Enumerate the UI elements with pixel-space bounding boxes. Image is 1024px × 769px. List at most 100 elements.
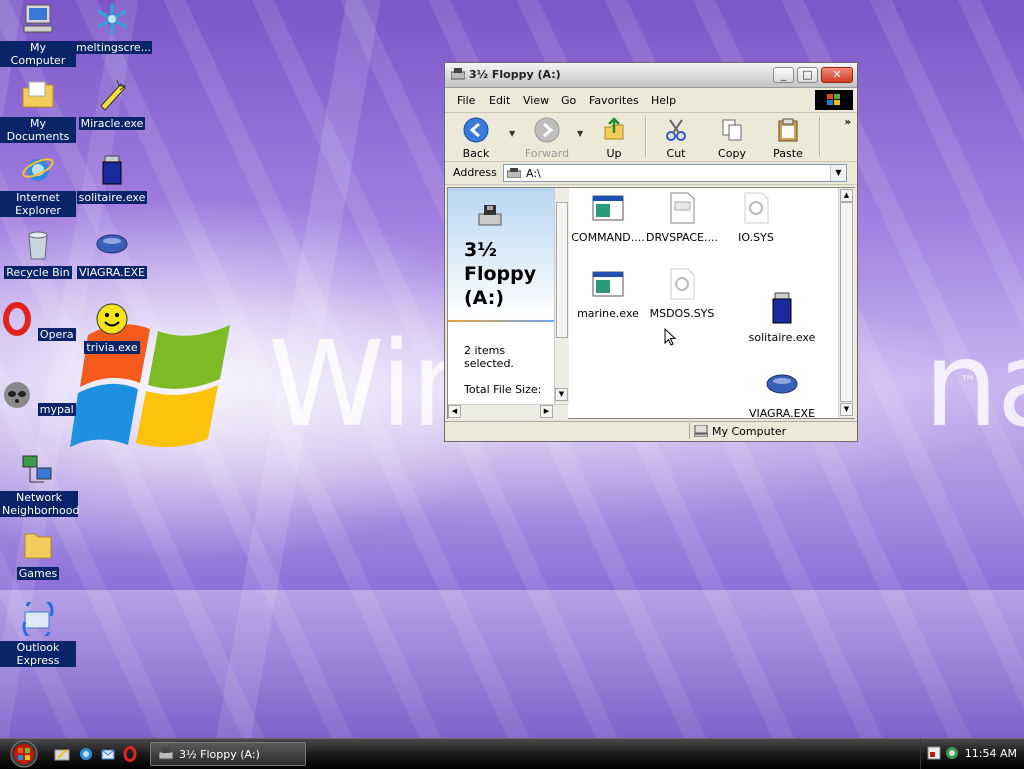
mouse-pointer-icon bbox=[664, 328, 676, 346]
solitaire-icon bbox=[772, 292, 792, 324]
details-total-size: Total File Size: bbox=[464, 383, 542, 396]
taskbar-button-floppy[interactable]: 3½ Floppy (A:) bbox=[150, 742, 306, 766]
toolbar-separator bbox=[819, 117, 821, 157]
desktop-icon-network-neighborhood[interactable]: Network Neighborhood bbox=[0, 452, 79, 517]
scroll-down-arrow-icon[interactable]: ▼ bbox=[555, 388, 568, 401]
desktop-icon-internet-explorer[interactable]: Internet Explorer bbox=[0, 152, 76, 217]
menu-view[interactable]: View bbox=[523, 94, 549, 107]
language-bar-icon[interactable] bbox=[927, 746, 941, 760]
address-dropdown-icon[interactable]: ▼ bbox=[830, 165, 846, 181]
file-item[interactable]: DRVSPACE.... bbox=[644, 192, 720, 244]
quicklaunch-desktop-icon[interactable] bbox=[54, 746, 70, 762]
menu-file[interactable]: File bbox=[457, 94, 475, 107]
floppy-drive-icon bbox=[478, 205, 502, 226]
address-input[interactable]: A:\ ▼ bbox=[503, 164, 847, 182]
desktop-icon-outlook-express[interactable]: Outlook Express bbox=[0, 596, 76, 667]
raccoon-icon bbox=[4, 382, 31, 408]
file-item[interactable]: VIAGRA.EXE bbox=[744, 368, 820, 420]
smiley-icon bbox=[96, 303, 128, 335]
window-titlebar[interactable]: 3½ Floppy (A:) _ □ ✕ bbox=[445, 63, 857, 88]
pill-icon bbox=[766, 374, 798, 394]
desktop-icon-recycle-bin[interactable]: Recycle Bin bbox=[0, 227, 76, 279]
desktop-icon-viagra[interactable]: VIAGRA.EXE bbox=[74, 227, 150, 279]
up-button[interactable]: Up bbox=[591, 115, 637, 160]
file-item[interactable]: COMMAND.... bbox=[570, 192, 646, 244]
wallpaper-floor bbox=[0, 590, 1024, 738]
scrollbar-thumb[interactable] bbox=[556, 202, 568, 338]
desktop-icon-solitaire[interactable]: solitaire.exe bbox=[74, 152, 150, 204]
address-value: A:\ bbox=[526, 167, 541, 180]
system-tray: 11:54 AM bbox=[920, 739, 1024, 769]
folder-icon bbox=[22, 81, 54, 108]
file-list-vertical-scrollbar[interactable]: ▲ ▼ bbox=[838, 188, 855, 418]
computer-icon bbox=[23, 4, 53, 33]
forward-arrow-icon bbox=[534, 117, 560, 143]
scroll-down-arrow-icon[interactable]: ▼ bbox=[840, 403, 853, 416]
desktop-icon-mypal[interactable]: mypal bbox=[0, 377, 76, 416]
scissors-icon bbox=[666, 119, 686, 141]
desktop-icon-my-documents[interactable]: My Documents bbox=[0, 78, 76, 143]
paste-button[interactable]: Paste bbox=[765, 115, 811, 160]
desktop-icon-my-computer[interactable]: My Computer bbox=[0, 2, 76, 67]
quicklaunch-opera-icon[interactable] bbox=[122, 746, 138, 762]
forward-dropdown-icon[interactable]: ▼ bbox=[577, 129, 583, 138]
file-item[interactable]: solitaire.exe bbox=[744, 292, 820, 344]
wallpaper-trademark: ™ bbox=[960, 372, 976, 391]
floppy-drive-icon bbox=[507, 168, 521, 178]
quicklaunch-internet-explorer-icon[interactable] bbox=[78, 746, 94, 762]
details-divider bbox=[448, 320, 554, 322]
back-dropdown-icon[interactable]: ▼ bbox=[509, 129, 515, 138]
window-title: 3½ Floppy (A:) bbox=[469, 68, 561, 81]
desktop-icon-opera[interactable]: Opera bbox=[0, 302, 76, 341]
pill-icon bbox=[96, 234, 128, 254]
menu-go[interactable]: Go bbox=[561, 94, 576, 107]
details-vertical-scrollbar[interactable]: ▼ bbox=[554, 188, 569, 404]
desktop-icon-miracle[interactable]: Miracle.exe bbox=[74, 78, 150, 130]
dos-program-icon bbox=[592, 195, 624, 221]
toolbar-separator bbox=[645, 117, 647, 157]
details-pane: 3½ Floppy (A:) 2 items selected. Total F… bbox=[448, 188, 555, 404]
desktop-icon-trivia[interactable]: trivia.exe bbox=[74, 302, 150, 354]
details-selection: 2 items selected. bbox=[464, 344, 514, 370]
toolbar: Back ▼ Forward ▼ Up Cut Copy Paste » bbox=[445, 113, 857, 162]
floppy-drive-icon bbox=[451, 68, 465, 80]
system-file-icon bbox=[670, 268, 695, 300]
clipboard-icon bbox=[778, 118, 798, 142]
menu-favorites[interactable]: Favorites bbox=[589, 94, 639, 107]
scrollbar-thumb[interactable] bbox=[840, 202, 853, 402]
system-file-icon bbox=[744, 192, 769, 224]
network-icon bbox=[22, 455, 52, 483]
toolbar-overflow-chevron-icon[interactable]: » bbox=[845, 117, 851, 128]
network-tray-icon[interactable] bbox=[945, 746, 959, 760]
file-item[interactable]: marine.exe bbox=[570, 268, 646, 320]
address-bar: Address A:\ ▼ bbox=[445, 162, 857, 185]
close-button[interactable]: ✕ bbox=[821, 67, 853, 83]
desktop-icon-games[interactable]: Games bbox=[0, 528, 76, 580]
desktop-icon-meltingscreen[interactable]: meltingscre... bbox=[74, 2, 152, 54]
status-bar: My Computer bbox=[445, 421, 857, 442]
start-button[interactable] bbox=[4, 739, 44, 769]
scroll-right-arrow-icon[interactable]: ▶ bbox=[540, 405, 553, 418]
menu-help[interactable]: Help bbox=[651, 94, 676, 107]
maximize-button[interactable]: □ bbox=[797, 67, 818, 83]
scroll-up-arrow-icon[interactable]: ▲ bbox=[840, 189, 853, 202]
forward-button[interactable]: Forward bbox=[523, 115, 571, 160]
system-file-icon bbox=[670, 192, 695, 224]
wand-icon bbox=[100, 79, 127, 111]
opera-icon bbox=[3, 302, 32, 336]
file-item[interactable]: MSDOS.SYS bbox=[644, 268, 720, 320]
menu-edit[interactable]: Edit bbox=[489, 94, 510, 107]
details-horizontal-scrollbar[interactable]: ◀ ▶ bbox=[448, 404, 568, 419]
explorer-window[interactable]: 3½ Floppy (A:) _ □ ✕ File Edit View Go F… bbox=[444, 62, 858, 442]
clock[interactable]: 11:54 AM bbox=[965, 747, 1017, 760]
minimize-button[interactable]: _ bbox=[773, 67, 794, 83]
file-item[interactable]: IO.SYS bbox=[718, 192, 794, 244]
folder-icon bbox=[24, 533, 52, 559]
quicklaunch-outlook-icon[interactable] bbox=[100, 746, 116, 762]
copy-button[interactable]: Copy bbox=[709, 115, 755, 160]
floppy-drive-icon bbox=[159, 748, 173, 760]
cut-button[interactable]: Cut bbox=[653, 115, 699, 160]
outlook-express-icon bbox=[22, 596, 54, 642]
scroll-left-arrow-icon[interactable]: ◀ bbox=[448, 405, 461, 418]
back-button[interactable]: Back bbox=[453, 115, 499, 160]
